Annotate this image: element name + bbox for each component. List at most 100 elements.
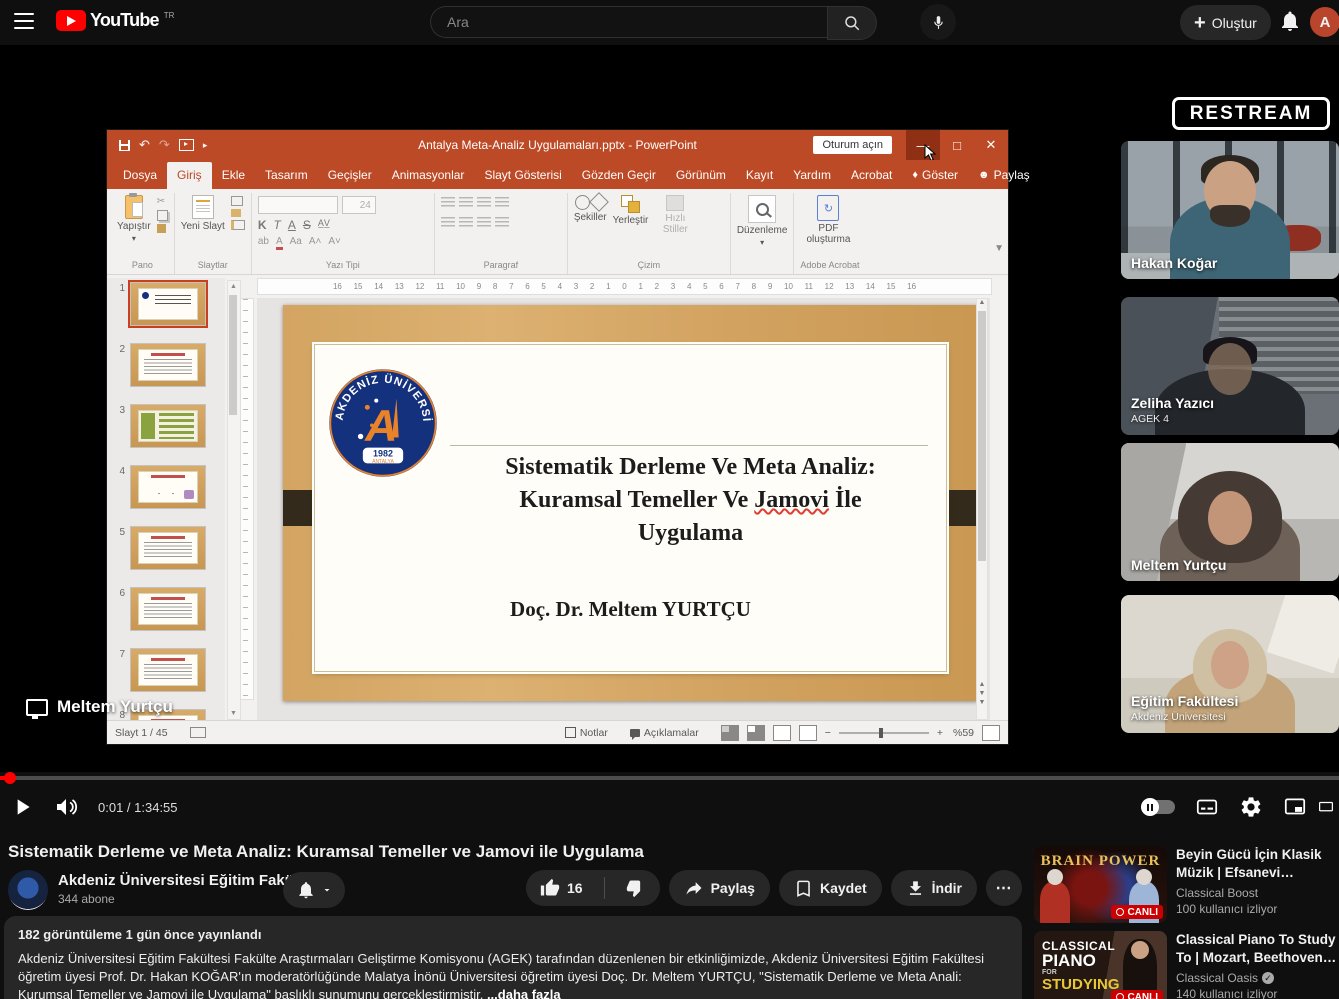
search-bar [430, 6, 877, 38]
save-button[interactable]: Kaydet [779, 870, 882, 906]
ppt-tab-geçişler: Geçişler [318, 162, 382, 189]
search-button[interactable] [827, 6, 877, 40]
show-more-link[interactable]: ...daha fazla [487, 987, 561, 999]
ppt-tab-paylaş: ☻Paylaş [968, 162, 1040, 189]
volume-button[interactable] [44, 785, 88, 829]
theater-mode-button[interactable] [1317, 785, 1335, 829]
new-slide-icon [192, 195, 214, 219]
bookmark-icon [794, 879, 813, 898]
miniplayer-button[interactable] [1273, 785, 1317, 829]
slide-author: Doç. Dr. Meltem YURTÇU [315, 597, 946, 622]
copy-icon [157, 210, 168, 221]
slide-thumbnail-preview [130, 526, 206, 570]
miniplayer-icon [1282, 794, 1308, 820]
account-avatar[interactable]: A [1310, 7, 1339, 37]
webcam-feed-0: Hakan Koğar [1121, 141, 1339, 279]
group-label-acrobat: Adobe Acrobat [800, 258, 859, 274]
tab-label: Dosya [123, 168, 157, 182]
slide-thumbnail-1: 1 [113, 282, 225, 326]
scroll-down-icon: ▼ [230, 710, 237, 717]
dislike-button[interactable] [612, 878, 660, 898]
play-button[interactable] [0, 785, 44, 829]
suggested-thumbnail: CLASSICALPIANOFORSTUDYINGCANLI [1034, 931, 1167, 999]
download-icon [906, 879, 925, 898]
close-button: ✕ [974, 130, 1008, 160]
ppt-tab-görünüm: Görünüm [666, 162, 736, 189]
play-icon [9, 794, 35, 820]
thumbnail-text: BRAIN POWER [1034, 853, 1167, 870]
person-icon: ☻ [978, 169, 990, 181]
tab-label: Slayt Gösterisi [484, 168, 561, 182]
video-player-surface[interactable]: ↶ ↷ ▸ Antalya Meta-Analiz Uygulamaları.p… [0, 45, 1339, 772]
slide-thumbnail-4: 4 [113, 465, 225, 509]
new-slide-button: Yeni Slayt [181, 193, 225, 232]
youtube-header: YouTube TR + Oluştur [0, 0, 1339, 45]
reset-icon [231, 209, 241, 217]
slide-title: Sistematik Derleme Ve Meta Analiz: Kuram… [443, 451, 938, 550]
collapse-ribbon-icon: ▼ [994, 243, 1004, 254]
video-description[interactable]: 182 görüntüleme 1 gün önce yayınlandı Ak… [4, 916, 1022, 999]
scroll-up-icon: ▲ [979, 299, 986, 306]
like-dislike-pill: 16 [526, 870, 660, 906]
suggested-viewers: 100 kullanıcı izliyor [1176, 902, 1339, 916]
live-badge: CANLI [1111, 905, 1163, 919]
scroll-up-icon: ▲ [230, 283, 237, 290]
thumbs-up-icon [540, 878, 560, 898]
mic-button[interactable] [920, 4, 956, 40]
suggested-video-1[interactable]: CLASSICALPIANOFORSTUDYINGCANLI Classical … [1034, 931, 1339, 999]
thumbnail-text: STUDYING [1042, 976, 1120, 993]
view-count-and-date: 182 görüntüleme 1 gün önce yayınlandı [18, 926, 1008, 944]
ppt-thumbnail-panel: 12345678 [107, 278, 225, 720]
settings-button[interactable] [1229, 785, 1273, 829]
player-controls-right [1131, 782, 1335, 832]
screen-share-icon [26, 699, 48, 716]
fit-to-window-icon [982, 725, 1000, 741]
channel-avatar[interactable] [8, 870, 48, 910]
group-label-pano: Pano [117, 258, 168, 274]
slide-thumbnail-6: 6 [113, 587, 225, 631]
char-spacing-icon: A̲V̲ [318, 218, 330, 232]
autoplay-toggle[interactable] [1141, 800, 1175, 814]
youtube-logo[interactable]: YouTube TR [56, 10, 174, 31]
live-icon [1116, 908, 1124, 916]
quick-styles-button: Hızlı Stiller [654, 193, 696, 235]
subtitles-button[interactable] [1185, 785, 1229, 829]
ppt-tab-ekle: Ekle [212, 162, 255, 189]
download-button[interactable]: İndir [891, 870, 977, 906]
search-input[interactable] [430, 6, 827, 38]
more-actions-button[interactable]: ⋯ [986, 870, 1022, 906]
slide-thumbnail-2: 2 [113, 343, 225, 387]
subscribed-bell-button[interactable] [283, 872, 345, 908]
slide-thumbnail-preview [130, 343, 206, 387]
live-icon [1116, 993, 1124, 999]
video-progress-bar[interactable] [0, 776, 1339, 780]
hamburger-menu-icon[interactable] [14, 13, 34, 29]
svg-text:1982: 1982 [373, 449, 393, 459]
group-label-drawing: Çizim [574, 258, 724, 274]
suggested-channel: Classical Oasis✓ [1176, 971, 1339, 985]
tab-label: Animasyonlar [392, 168, 465, 182]
arrange-button: Yerleştir [613, 193, 649, 226]
like-button[interactable]: 16 [526, 878, 597, 898]
tab-label: Giriş [177, 168, 202, 182]
quick-styles-icon [666, 195, 684, 211]
paste-clipboard-icon [125, 195, 143, 219]
create-button[interactable]: + Oluştur [1180, 5, 1271, 40]
ppt-horizontal-ruler: 16 15 14 13 12 11 10 9 8 7 6 5 4 3 2 1 0… [257, 278, 992, 295]
share-button[interactable]: Paylaş [669, 870, 770, 906]
webcam-feed-2: Meltem Yurtçu [1121, 443, 1339, 581]
ppt-titlebar: ↶ ↷ ▸ Antalya Meta-Analiz Uygulamaları.p… [107, 130, 1008, 160]
slide-thumbnail-preview [130, 282, 206, 326]
ppt-quick-access-toolbar: ↶ ↷ ▸ [107, 137, 207, 153]
slide-thumbnail-3: 3 [113, 404, 225, 448]
zoom-level: %59 [953, 727, 974, 739]
suggested-video-0[interactable]: BRAIN POWERCANLIBeyin Gücü İçin Klasik M… [1034, 846, 1339, 923]
participant-name: Eğitim FakültesiAkdeniz Üniversitesi [1131, 693, 1238, 725]
slide-number: 6 [113, 587, 125, 599]
video-title: Sistematik Derleme ve Meta Analiz: Kuram… [8, 842, 1008, 862]
grow-font-icon: A˄ [309, 236, 322, 250]
qat-more-icon: ▸ [203, 140, 208, 151]
participant-subtitle: AGEK 4 [1131, 411, 1214, 427]
thumbnail-text: PIANO [1042, 951, 1096, 971]
notifications-bell-icon[interactable] [1278, 9, 1302, 33]
